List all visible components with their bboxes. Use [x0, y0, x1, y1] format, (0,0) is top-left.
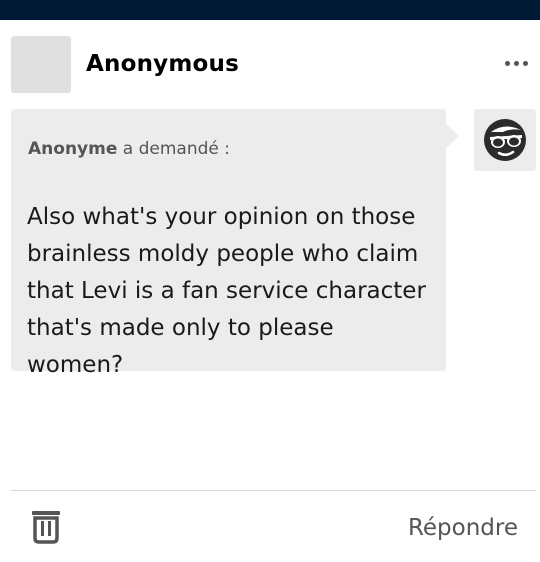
asker-avatar[interactable]: [474, 109, 536, 171]
ask-bubble: Anonyme a demandé : Also what's your opi…: [11, 109, 446, 378]
footer-divider: [11, 490, 536, 491]
asker-line: Anonyme a demandé :: [28, 139, 230, 159]
post-header: Anonymous: [0, 20, 540, 108]
sunglasses-face-icon: [484, 119, 526, 161]
bubble-tail: [446, 124, 459, 148]
reply-button[interactable]: Répondre: [408, 515, 518, 541]
blog-avatar[interactable]: [11, 36, 71, 93]
more-horizontal-icon[interactable]: [505, 61, 537, 71]
top-bar: [0, 0, 540, 20]
asker-suffix: a demandé :: [117, 139, 230, 159]
asker-name: Anonyme: [28, 139, 118, 159]
question-text: Also what's your opinion on those brainl…: [27, 204, 426, 378]
trash-icon[interactable]: [30, 509, 62, 545]
blog-name[interactable]: Anonymous: [86, 51, 239, 77]
